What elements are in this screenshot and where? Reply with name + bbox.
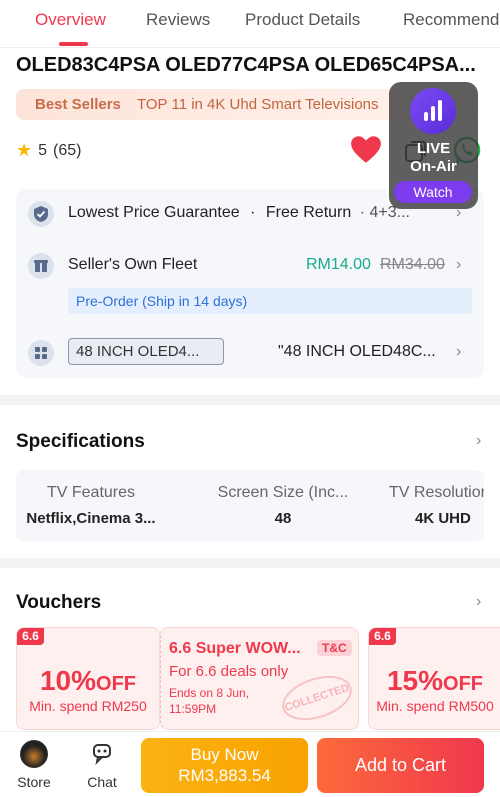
voucher-card[interactable]: 6.6 10%OFF Min. spend RM250 — [16, 627, 160, 730]
guarantee-row[interactable]: Lowest Price Guarantee · Free Return · 4… — [68, 204, 410, 222]
chat-button[interactable]: Chat — [80, 740, 124, 790]
voucher-discount: 15%OFF — [386, 665, 484, 696]
bottom-action-bar: Store Chat Buy Now RM3,883.54 Add to Car… — [0, 731, 500, 797]
voucher-min-spend: Min. spend RM500 — [376, 698, 494, 714]
voucher-subtitle: For 6.6 deals only — [169, 663, 289, 680]
chevron-right-icon[interactable]: › — [456, 256, 461, 274]
tab-overview[interactable]: Overview — [35, 10, 106, 30]
store-label: Store — [17, 774, 51, 790]
spec-label: Screen Size (Inc... — [217, 484, 349, 501]
shipping-price: RM14.00 — [306, 256, 371, 273]
voucher-expiry: Ends on 8 Jun, 11:59PM — [169, 686, 250, 716]
chat-icon — [93, 744, 111, 766]
store-button[interactable]: Store — [12, 740, 56, 790]
shipping-label: Seller's Own Fleet — [68, 256, 198, 273]
spec-value: Netflix,Cinema 3... — [26, 510, 156, 527]
spec-value: 48 — [274, 510, 292, 527]
shipping-original-price: RM34.00 — [380, 256, 445, 273]
tab-bar: Overview Reviews Product Details Recomme… — [0, 0, 500, 48]
guarantee-label: Lowest Price Guarantee — [68, 204, 240, 221]
specifications-heading: Specifications — [16, 431, 145, 452]
campaign-tag: 6.6 — [369, 628, 396, 645]
section-divider — [0, 395, 500, 405]
spec-item: TV Resolution 4K UHD — [389, 484, 484, 527]
chat-label: Chat — [87, 774, 117, 790]
tab-recommendations[interactable]: Recommendations — [403, 10, 500, 30]
star-icon: ★ — [16, 140, 33, 160]
tab-product-details[interactable]: Product Details — [245, 10, 360, 30]
variant-selector[interactable]: 48 INCH OLED4... — [68, 338, 224, 365]
grid-icon — [28, 340, 54, 366]
live-overlay[interactable]: LIVE On-Air Watch — [389, 82, 478, 209]
voucher-min-spend: Min. spend RM250 — [29, 698, 147, 714]
best-seller-rank: TOP 11 in 4K Uhd Smart Televisions — [137, 96, 379, 113]
box-icon — [28, 253, 54, 279]
separator-dot: · — [250, 204, 256, 221]
voucher-title: 6.6 Super WOW... — [169, 640, 301, 657]
spec-item: TV Features Netflix,Cinema 3... — [16, 484, 166, 527]
vouchers-heading: Vouchers — [16, 592, 102, 613]
free-return-label: Free Return — [265, 204, 352, 221]
variant-selected-text[interactable]: "48 INCH OLED48C... — [278, 343, 436, 361]
review-count: (65) — [53, 141, 82, 159]
active-tab-indicator — [59, 42, 88, 46]
terms-badge[interactable]: T&C — [317, 640, 352, 656]
campaign-tag: 6.6 — [17, 628, 44, 645]
buy-now-button[interactable]: Buy Now RM3,883.54 — [141, 738, 308, 793]
chevron-right-icon[interactable]: › — [456, 343, 461, 361]
buy-now-price: RM3,883.54 — [178, 766, 271, 785]
voucher-card[interactable]: 6.6 Super WOW... T&C For 6.6 deals only … — [160, 627, 359, 730]
rating-summary[interactable]: ★ 5 (65) — [16, 140, 82, 161]
rating-value: 5 — [38, 141, 48, 159]
spec-value: 4K UHD — [415, 510, 471, 527]
collected-stamp: COLLECTED — [276, 667, 358, 729]
watch-live-button[interactable]: Watch — [394, 181, 472, 203]
buy-now-label: Buy Now — [190, 745, 259, 764]
spec-label: TV Features — [46, 484, 136, 501]
best-seller-label: Best Sellers — [35, 96, 121, 113]
spec-item: Screen Size (Inc... 48 — [208, 484, 358, 527]
heart-icon[interactable] — [349, 133, 383, 167]
spec-label: TV Resolution — [389, 484, 484, 501]
section-divider — [0, 558, 500, 568]
voucher-discount: 10%OFF — [39, 665, 137, 696]
live-signal-icon — [410, 88, 456, 134]
preorder-badge: Pre-Order (Ship in 14 days) — [68, 288, 472, 314]
shield-check-icon — [28, 201, 54, 227]
add-to-cart-button[interactable]: Add to Cart — [317, 738, 484, 793]
chevron-right-icon[interactable]: › — [476, 432, 481, 450]
voucher-card[interactable]: 6.6 15%OFF Min. spend RM500 — [368, 627, 500, 730]
service-info-card: Lowest Price Guarantee · Free Return · 4… — [16, 189, 484, 378]
live-label: LIVE On-Air — [410, 140, 457, 175]
chevron-right-icon[interactable]: › — [476, 593, 481, 611]
product-title: OLED83C4PSA OLED77C4PSA OLED65C4PSA... — [16, 54, 476, 76]
specifications-card[interactable]: TV Features Netflix,Cinema 3... Screen S… — [16, 470, 484, 541]
store-avatar — [20, 740, 48, 768]
tab-reviews[interactable]: Reviews — [146, 10, 210, 30]
